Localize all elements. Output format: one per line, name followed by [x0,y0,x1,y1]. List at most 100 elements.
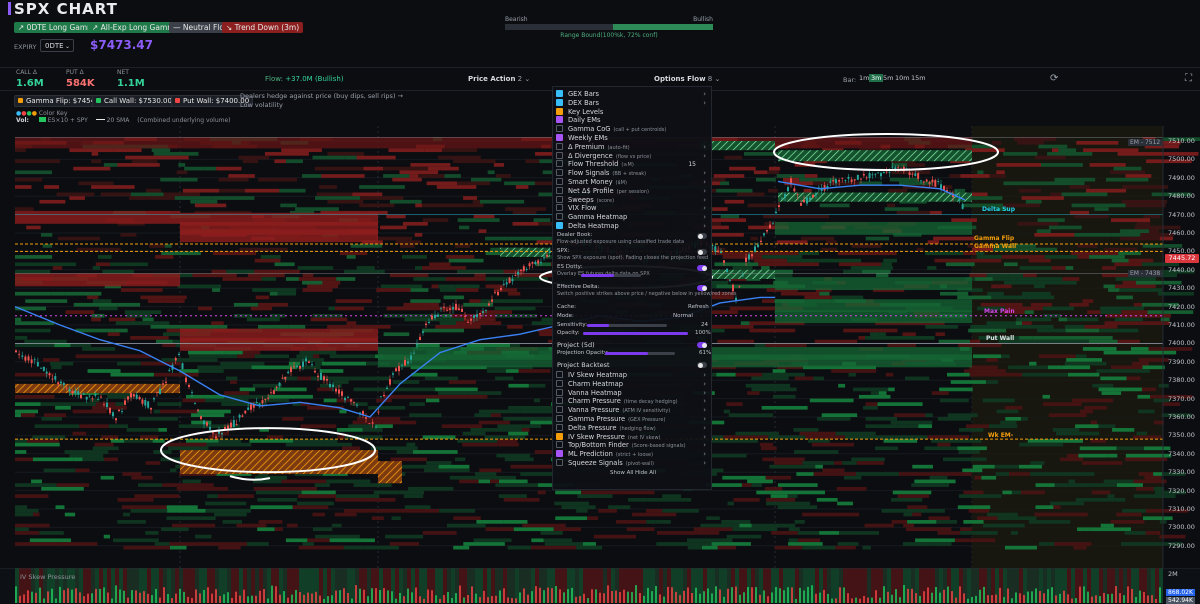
checkbox-icon[interactable] [556,213,563,221]
chevron-right-icon[interactable]: › [703,459,706,468]
chevron-right-icon[interactable]: › [703,433,706,442]
panel-item[interactable]: ML Prediction (strict + loose) › [556,450,706,459]
chevron-right-icon[interactable]: › [703,424,706,433]
checkbox-icon[interactable] [556,450,563,458]
price-action-menu[interactable]: Price Action 2 ⌄ [468,75,530,83]
chevron-right-icon[interactable]: › [703,371,706,380]
checkbox-icon[interactable] [556,423,563,431]
panel-item[interactable]: Delta Pressure (hedging flow) › [556,423,706,433]
options-flow-menu[interactable]: Options Flow 8 ⌄ [654,75,720,83]
checkbox-icon[interactable] [556,406,563,414]
heatmap-cell [898,181,933,186]
checkbox-icon[interactable] [556,204,563,212]
checkbox-icon[interactable] [556,186,563,194]
panel-item[interactable]: IV Skew Heatmap › [556,371,706,380]
panel-item[interactable]: Gamma CoG (call + put centroids) [556,125,706,134]
chevron-right-icon[interactable]: › [703,187,706,196]
refresh-icon[interactable]: ⟳ [1050,73,1058,84]
checkbox-icon[interactable] [556,415,563,422]
chevron-right-icon[interactable]: › [703,406,706,415]
chevron-right-icon[interactable]: › [703,415,706,424]
chevron-right-icon[interactable]: › [703,143,706,152]
checkbox-icon[interactable] [556,371,563,378]
panel-item[interactable]: Δ Divergence (flow vs price) › [556,151,706,161]
checkbox-icon[interactable] [556,107,563,115]
panel-item[interactable]: DEX Bars › [556,98,706,108]
chevron-right-icon[interactable]: › [703,90,706,99]
checkbox-icon[interactable] [556,142,563,150]
panel-item[interactable]: Vanna Heatmap › [556,388,706,398]
panel-item[interactable]: Weekly EMs [556,134,706,143]
chevron-right-icon[interactable]: › [703,450,706,459]
chevron-right-icon[interactable]: › [703,397,706,406]
panel-item[interactable]: IV Skew Pressure (net IV skew) › [556,432,706,442]
chevron-right-icon[interactable]: › [703,169,706,178]
checkbox-icon[interactable] [556,379,563,387]
checkbox-icon[interactable] [556,134,563,141]
fullscreen-icon[interactable]: ⛶ [1185,73,1192,84]
chevron-right-icon[interactable]: › [703,389,706,398]
chevron-right-icon[interactable]: › [703,213,706,222]
panel-item[interactable]: Sweeps (score) › [556,195,706,205]
es-dotty-toggle[interactable] [697,265,707,271]
panel-item[interactable]: Squeeze Signals (pivot-wall) › [556,459,706,468]
project-backtest-toggle[interactable] [697,362,707,368]
panel-item[interactable]: Gamma Heatmap › [556,213,706,222]
projection-opacity-slider[interactable] [605,352,675,355]
flow-threshold-value[interactable]: 15 [688,160,696,169]
panel-item[interactable]: Net Δ$ Profile (per session) › [556,186,706,196]
bar-interval-15m[interactable]: 15m [909,74,928,82]
color-key[interactable]: ●●●● Color Key [16,110,67,117]
chevron-right-icon[interactable]: › [703,222,706,231]
chevron-right-icon[interactable]: › [703,380,706,389]
opacity-slider[interactable] [583,332,688,335]
refresh-button[interactable]: Refresh [688,304,709,310]
checkbox-icon[interactable] [556,195,563,203]
mode-select[interactable]: Normal [673,313,693,319]
panel-item[interactable]: Flow Threshold (≥M) 15 [556,160,706,169]
volume-bar [615,590,617,603]
chevron-right-icon[interactable]: › [703,99,706,108]
panel-item[interactable]: Flow Signals (BB + streak) › [556,169,706,178]
checkbox-icon[interactable] [556,432,563,440]
checkbox-icon[interactable] [556,98,563,106]
checkbox-icon[interactable] [556,388,563,396]
panel-item[interactable]: Gamma Pressure (GEX Pressure) › [556,415,706,424]
checkbox-icon[interactable] [556,441,563,449]
checkbox-icon[interactable] [556,169,563,177]
volume-bar [467,594,469,603]
dealer-book-toggle[interactable] [697,233,707,239]
hide-all-button[interactable]: Hide All [635,470,656,476]
es-dotty-slider[interactable] [581,274,641,277]
expiry-select[interactable]: 0DTE ⌄ [40,39,74,52]
panel-item[interactable]: Top/Bottom Finder (Score-based signals) › [556,441,706,450]
checkbox-icon[interactable] [556,459,563,466]
checkbox-icon[interactable] [556,160,563,168]
chevron-right-icon[interactable]: › [703,196,706,205]
panel-item[interactable]: Smart Money ($M) › [556,178,706,187]
panel-item[interactable]: Daily EMs [556,116,706,125]
checkbox-icon[interactable] [556,178,563,185]
sensitivity-slider[interactable] [587,324,667,327]
panel-item[interactable]: Key Levels [556,107,706,117]
panel-item[interactable]: Charm Heatmap › [556,379,706,389]
chevron-right-icon[interactable]: › [703,441,706,450]
checkbox-icon[interactable] [556,116,563,124]
show-all-button[interactable]: Show All [610,470,633,476]
checkbox-icon[interactable] [556,125,563,133]
chevron-right-icon[interactable]: › [703,152,706,161]
checkbox-icon[interactable] [556,90,563,97]
chevron-right-icon[interactable]: › [703,204,706,213]
panel-item[interactable]: Delta Heatmap › [556,222,706,231]
project-toggle[interactable] [697,342,707,348]
panel-item[interactable]: GEX Bars › [556,90,706,99]
panel-item[interactable]: VIX Flow › [556,204,706,213]
panel-item[interactable]: Vanna Pressure (ATM IV sensitivity) › [556,406,706,415]
checkbox-icon[interactable] [556,151,563,159]
panel-item[interactable]: Δ Premium (auto-fit) › [556,142,706,152]
checkbox-icon[interactable] [556,222,563,229]
panel-item[interactable]: Charm Pressure (time decay hedging) › [556,397,706,406]
chevron-right-icon[interactable]: › [703,178,706,187]
checkbox-icon[interactable] [556,397,563,405]
candle-body [115,418,117,421]
